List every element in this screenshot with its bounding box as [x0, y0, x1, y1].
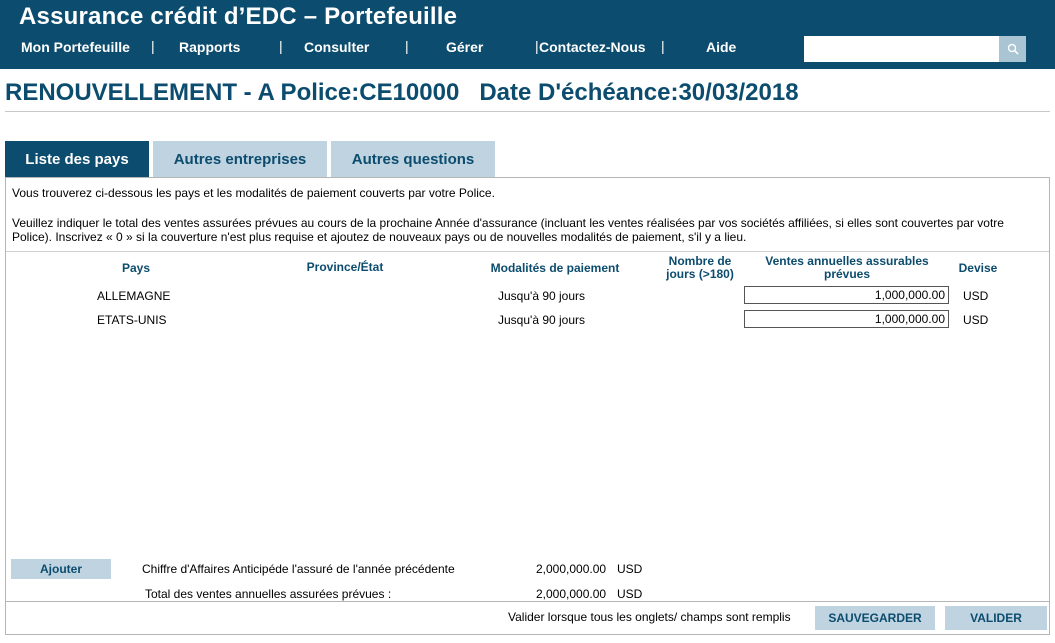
search-input[interactable] — [804, 36, 999, 62]
column-header-jours: Nombre de jours (>180) — [666, 254, 734, 281]
nav-separator: | — [151, 38, 155, 54]
validate-button[interactable]: VALIDER — [945, 606, 1047, 630]
tab-autres-questions[interactable]: Autres questions — [331, 141, 495, 177]
ventes-input[interactable] — [744, 286, 949, 304]
nav-separator: | — [661, 38, 665, 54]
validate-hint: Valider lorsque tous les onglets/ champs… — [508, 610, 791, 624]
add-button[interactable]: Ajouter — [11, 559, 111, 579]
column-header-pays: Pays — [121, 261, 151, 275]
row-devise: USD — [963, 313, 989, 327]
instructions-text: Veuillez indiquer le total des ventes as… — [12, 216, 1004, 244]
previous-year-label: Chiffre d'Affaires Anticipéde l'assuré d… — [142, 562, 455, 576]
nav-separator: | — [279, 38, 283, 54]
column-header-devise: Devise — [958, 261, 998, 275]
row-pays: ALLEMAGNE — [97, 289, 171, 303]
total-value: 2,000,000.00 — [536, 587, 607, 601]
app-title: Assurance crédit d’EDC – Portefeuille — [19, 3, 458, 30]
title-divider — [5, 111, 1050, 112]
previous-year-value: 2,000,000.00 — [536, 562, 607, 576]
nav-aide[interactable]: Aide — [706, 39, 736, 55]
nav-separator: | — [405, 38, 409, 54]
intro-text: Vous trouverez ci-dessous les pays et le… — [12, 186, 495, 200]
search-button[interactable] — [999, 36, 1026, 62]
total-label: Total des ventes annuelles assurées prév… — [145, 587, 392, 601]
column-header-modalites: Modalités de paiement — [490, 261, 620, 275]
row-pays: ETATS-UNIS — [97, 313, 167, 327]
app-header: Assurance crédit d’EDC – Portefeuille Mo… — [0, 0, 1055, 69]
tab-liste-des-pays[interactable]: Liste des pays — [5, 141, 149, 177]
nav-consulter[interactable]: Consulter — [304, 39, 369, 55]
total-currency: USD — [617, 587, 643, 601]
previous-year-currency: USD — [617, 562, 643, 576]
search-icon — [1007, 43, 1019, 55]
nav-rapports[interactable]: Rapports — [179, 39, 240, 55]
save-button[interactable]: SAUVEGARDER — [815, 606, 935, 630]
ventes-input[interactable] — [744, 310, 949, 328]
row-devise: USD — [963, 289, 989, 303]
row-modalites: Jusqu'à 90 jours — [498, 289, 586, 303]
column-header-ventes: Ventes annuelles assurables prévues — [765, 254, 929, 281]
nav-mon-portefeuille[interactable]: Mon Portefeuille — [21, 39, 130, 55]
row-modalites: Jusqu'à 90 jours — [498, 313, 586, 327]
nav-contactez-nous[interactable]: Contactez-Nous — [539, 39, 646, 55]
nav-gerer[interactable]: Gérer — [446, 39, 483, 55]
footer-divider — [6, 601, 1049, 602]
column-header-province: Province/État — [306, 260, 384, 274]
intro-divider — [6, 251, 1049, 252]
tab-autres-entreprises[interactable]: Autres entreprises — [153, 141, 327, 177]
page-title: RENOUVELLEMENT - A Police:CE10000 Date D… — [5, 79, 799, 106]
